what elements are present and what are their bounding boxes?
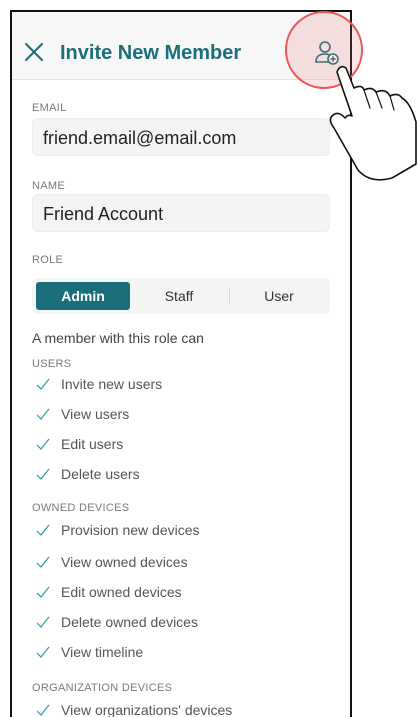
check-icon	[36, 378, 50, 390]
role-divider	[229, 288, 230, 304]
permission-label: Edit users	[61, 436, 124, 452]
role-option-user[interactable]: User	[232, 282, 326, 310]
check-icon	[36, 408, 50, 420]
permission-label: Delete users	[61, 466, 140, 482]
permission-label: View organizations' devices	[61, 702, 233, 717]
section-owned-devices-label: OWNED DEVICES	[32, 502, 130, 514]
name-field[interactable]: Friend Account	[32, 194, 330, 232]
permission-item: Edit users	[36, 434, 123, 454]
permission-item: Edit owned devices	[36, 582, 182, 602]
close-button[interactable]	[24, 42, 44, 62]
role-option-staff[interactable]: Staff	[132, 282, 226, 310]
page-title: Invite New Member	[60, 42, 242, 64]
check-icon	[36, 646, 50, 658]
section-org-devices-label: ORGANIZATION DEVICES	[32, 682, 173, 694]
permission-item: View users	[36, 404, 129, 424]
permission-label: Delete owned devices	[61, 614, 198, 630]
role-label: ROLE	[32, 254, 64, 266]
check-icon	[36, 468, 50, 480]
permission-label: Edit owned devices	[61, 584, 182, 600]
permission-label: Provision new devices	[61, 522, 200, 538]
check-icon	[36, 556, 50, 568]
role-selector: Admin Staff User	[32, 278, 330, 314]
permission-item: Delete owned devices	[36, 612, 198, 632]
permission-item: View timeline	[36, 642, 143, 662]
permission-label: View owned devices	[61, 554, 188, 570]
check-icon	[36, 586, 50, 598]
check-icon	[36, 524, 50, 536]
permission-item: View organizations' devices	[36, 700, 232, 717]
permission-item: Provision new devices	[36, 520, 200, 540]
section-users-label: USERS	[32, 358, 72, 370]
name-label: NAME	[32, 180, 65, 192]
permission-item: View owned devices	[36, 552, 188, 572]
email-field[interactable]: friend.email@email.com	[32, 118, 330, 156]
permission-label: View users	[61, 406, 130, 422]
permissions-intro: A member with this role can	[32, 330, 204, 346]
app-screen: Invite New Member EMAIL friend.email@ema…	[10, 10, 352, 717]
permission-item: Delete users	[36, 464, 140, 484]
check-icon	[36, 704, 50, 716]
pointing-hand-icon	[329, 65, 417, 181]
permission-label: Invite new users	[61, 376, 163, 392]
permission-label: View timeline	[61, 644, 144, 660]
permission-item: Invite new users	[36, 374, 162, 394]
role-option-admin[interactable]: Admin	[36, 282, 130, 310]
close-icon	[25, 43, 43, 61]
check-icon	[36, 438, 50, 450]
email-label: EMAIL	[32, 102, 67, 114]
check-icon	[36, 616, 50, 628]
